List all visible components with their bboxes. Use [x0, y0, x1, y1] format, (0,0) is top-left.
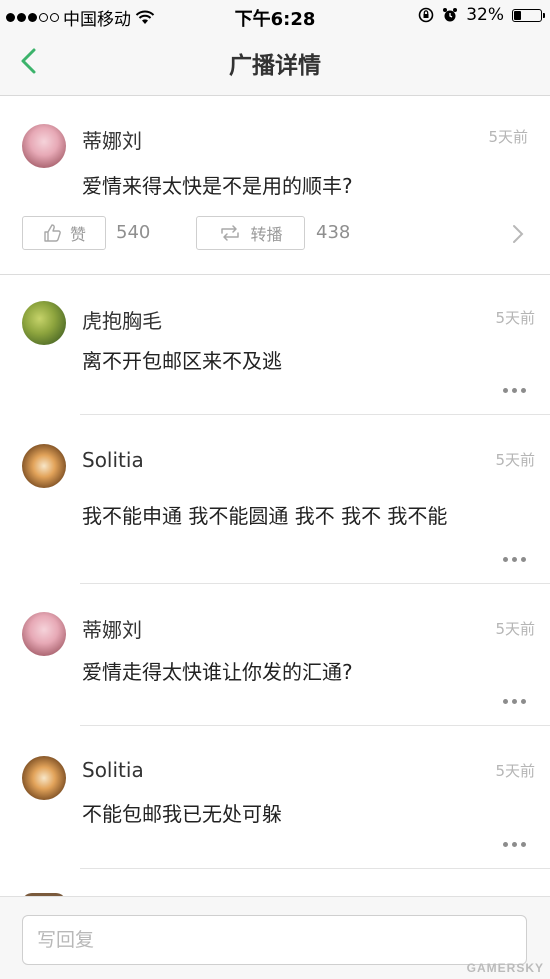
comment-author[interactable]: 虎抱胸毛 [82, 305, 162, 334]
reply-input[interactable]: 写回复 [22, 915, 527, 965]
chevron-right-icon[interactable] [510, 222, 526, 246]
comment-time: 5天前 [495, 309, 535, 327]
like-label: 赞 [69, 225, 86, 244]
avatar[interactable] [22, 444, 66, 488]
comment-text: 我不能申通 我不能圆通 我不 我不 我不能 [82, 504, 448, 528]
page-title: 广播详情 [229, 53, 321, 79]
avatar[interactable] [22, 756, 66, 800]
comment-text: 不能包邮我已无处可躲 [82, 802, 282, 826]
more-options-button[interactable] [503, 699, 526, 704]
battery-percent: 32% [466, 5, 504, 25]
avatar[interactable] [22, 301, 66, 345]
reply-bar: 写回复 GAMERSKY [0, 896, 550, 979]
battery-icon [512, 8, 545, 22]
comment-item: Solitia 5天前 我不能申通 我不能圆通 我不 我不 我不能 [0, 415, 550, 584]
battery-fill [514, 10, 521, 20]
thumbs-up-icon [44, 224, 61, 242]
comment-time: 5天前 [495, 620, 535, 638]
repost-icon [221, 225, 240, 241]
divider [80, 868, 550, 869]
comment-time: 5天前 [495, 451, 535, 469]
nav-bar: 广播详情 [0, 32, 550, 96]
rotation-lock-icon [418, 7, 434, 23]
more-options-button[interactable] [503, 842, 526, 847]
watermark: GAMERSKY [466, 961, 544, 975]
comment-text: 离不开包邮区来不及逃 [82, 349, 282, 373]
avatar[interactable] [22, 124, 66, 168]
post-text: 爱情来得太快是不是用的顺丰? [82, 174, 353, 198]
post-author[interactable]: 蒂娜刘 [82, 125, 142, 154]
comment-item: 蒂娜刘 5天前 爱情走得太快谁让你发的汇通? [0, 584, 550, 726]
status-bar: 中国移动 下午6:28 32% [0, 0, 550, 32]
comment-time: 5天前 [495, 762, 535, 780]
repost-count: 438 [316, 222, 351, 243]
comment-item: 虎抱胸毛 5天前 离不开包邮区来不及逃 [0, 274, 550, 415]
comment-text: 爱情走得太快谁让你发的汇通? [82, 660, 353, 684]
more-options-button[interactable] [503, 388, 526, 393]
alarm-icon [443, 8, 458, 22]
broadcast-post: 蒂娜刘 5天前 爱情来得太快是不是用的顺丰? 赞 540 转播 438 [0, 96, 550, 275]
repost-label: 转播 [250, 225, 283, 244]
comment-author[interactable]: Solitia [82, 758, 144, 782]
post-time: 5天前 [488, 128, 528, 146]
repost-button[interactable]: 转播 [196, 216, 305, 250]
avatar[interactable] [22, 612, 66, 656]
comment-author[interactable]: 蒂娜刘 [82, 614, 142, 643]
comment-item: Solitia 5天前 不能包邮我已无处可躲 [0, 726, 550, 869]
more-options-button[interactable] [503, 557, 526, 562]
like-count: 540 [116, 222, 151, 243]
status-right: 32% [418, 5, 545, 25]
like-button[interactable]: 赞 [22, 216, 106, 250]
comment-author[interactable]: Solitia [82, 448, 144, 472]
